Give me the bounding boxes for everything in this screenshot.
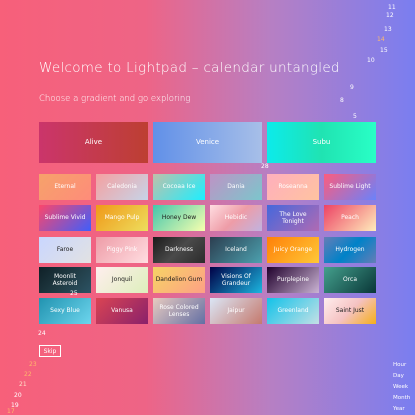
- gradient-tile[interactable]: Saint Just: [324, 298, 376, 324]
- gradient-tile[interactable]: Moonlit Asteroid: [39, 267, 91, 293]
- gradient-label: Visions Of Grandeur: [221, 272, 251, 287]
- gradient-label: Dania: [227, 183, 245, 191]
- day-marker: 13: [384, 26, 392, 33]
- gradient-label: Darkness: [165, 246, 193, 254]
- gradient-tile[interactable]: Mango Pulp: [96, 205, 148, 231]
- gradient-label: Saint Just: [335, 307, 365, 315]
- day-marker: 24: [38, 330, 46, 337]
- gradient-label: Venice: [195, 138, 220, 147]
- gradient-tile[interactable]: Dania: [210, 174, 262, 200]
- gradient-label: Caledonia: [107, 183, 137, 191]
- gradient-label: Juicy Orange: [273, 246, 313, 254]
- gradient-tile[interactable]: Peach: [324, 205, 376, 231]
- gradient-label: Sexy Blue: [50, 307, 80, 315]
- day-marker: 5: [353, 113, 357, 120]
- view-hour[interactable]: Hour: [393, 362, 410, 369]
- gradient-tile[interactable]: Piggy Pink: [96, 237, 148, 263]
- gradient-label: Alive: [84, 138, 103, 147]
- gradient-tile[interactable]: Honey Dew: [153, 205, 205, 231]
- gradient-tile[interactable]: The Love Tonight: [267, 205, 319, 231]
- gradient-label: Subu: [312, 138, 331, 147]
- day-marker: 17: [7, 408, 15, 415]
- view-switcher: Hour Day Week Month Year: [393, 362, 410, 413]
- gradient-tile-featured[interactable]: Venice: [153, 122, 262, 163]
- view-year[interactable]: Year: [393, 406, 410, 413]
- gradient-tile[interactable]: Faroe: [39, 237, 91, 263]
- gradient-label: Orca: [342, 276, 358, 284]
- gradient-tile[interactable]: Sublime Light: [324, 174, 376, 200]
- gradient-tile[interactable]: Jonquil: [96, 267, 148, 293]
- gradient-tile[interactable]: Greenland: [267, 298, 319, 324]
- day-marker: 10: [367, 57, 375, 64]
- gradient-label: Jaipur: [227, 307, 245, 315]
- gradient-tile[interactable]: Rose Colored Lenses: [153, 298, 205, 324]
- skip-button[interactable]: Skip: [39, 345, 61, 357]
- gradient-label: Cocoaa Ice: [162, 183, 196, 191]
- gradient-label: Hydrogen: [335, 246, 365, 254]
- gradient-label: Purplepine: [277, 276, 309, 284]
- gradient-label: Sublime Vivid: [44, 214, 86, 222]
- gradient-tile[interactable]: Vanusa: [96, 298, 148, 324]
- gradient-label: Iceland: [225, 246, 247, 254]
- view-month[interactable]: Month: [393, 395, 410, 402]
- gradient-label: Dandelion Gum: [155, 276, 203, 284]
- gradient-label: Roseanna: [278, 183, 308, 191]
- gradient-tile[interactable]: Visions Of Grandeur: [210, 267, 262, 293]
- gradient-label: Eternal: [54, 183, 76, 191]
- gradient-tile[interactable]: Caledonia: [96, 174, 148, 200]
- gradient-tile[interactable]: Roseanna: [267, 174, 319, 200]
- gradient-tile[interactable]: Sublime Vivid: [39, 205, 91, 231]
- gradient-label: The Love Tonight: [279, 210, 307, 225]
- day-marker: 20: [14, 392, 22, 399]
- view-week[interactable]: Week: [393, 384, 410, 391]
- gradient-label: Sublime Light: [329, 183, 371, 191]
- gradient-tile[interactable]: Darkness: [153, 237, 205, 263]
- gradient-tile[interactable]: Orca: [324, 267, 376, 293]
- day-marker: 23: [29, 361, 37, 368]
- day-marker: 12: [386, 12, 394, 19]
- gradient-label: Jonquil: [111, 276, 133, 284]
- day-marker: 14: [377, 36, 385, 43]
- gradient-tile[interactable]: Sexy Blue: [39, 298, 91, 324]
- gradient-label: Faroe: [56, 246, 74, 254]
- gradient-tile[interactable]: Iceland: [210, 237, 262, 263]
- gradient-label: Peach: [341, 214, 359, 222]
- gradient-tile[interactable]: Purplepine: [267, 267, 319, 293]
- day-marker: 22: [24, 371, 32, 378]
- gradient-tile-featured[interactable]: Subu: [267, 122, 376, 163]
- day-marker: 21: [19, 381, 27, 388]
- gradient-tile[interactable]: Jaipur: [210, 298, 262, 324]
- gradient-tile[interactable]: Hebidic: [210, 205, 262, 231]
- gradient-tile[interactable]: Cocoaa Ice: [153, 174, 205, 200]
- gradient-tile[interactable]: Juicy Orange: [267, 237, 319, 263]
- gradient-label: Greenland: [277, 307, 309, 315]
- day-marker: 15: [380, 47, 388, 54]
- page-subtitle: Choose a gradient and go exploring: [39, 94, 191, 104]
- day-marker: 28: [261, 163, 269, 170]
- gradient-tile-featured[interactable]: Alive: [39, 122, 148, 163]
- gradient-tile[interactable]: Dandelion Gum: [153, 267, 205, 293]
- gradient-label: Rose Colored Lenses: [159, 303, 199, 318]
- day-marker: 8: [340, 97, 344, 104]
- gradient-label: Vanusa: [111, 307, 133, 315]
- gradient-label: Moonlit Asteroid: [52, 272, 78, 287]
- gradient-tile[interactable]: Eternal: [39, 174, 91, 200]
- gradient-label: Honey Dew: [161, 214, 197, 222]
- day-marker: 9: [350, 84, 354, 91]
- gradient-label: Mango Pulp: [104, 214, 140, 222]
- gradient-label: Piggy Pink: [106, 246, 138, 254]
- day-marker: 25: [70, 290, 78, 297]
- gradient-tile[interactable]: Hydrogen: [324, 237, 376, 263]
- day-marker: 11: [388, 4, 396, 11]
- gradient-label: Hebidic: [224, 214, 248, 222]
- page-title: Welcome to Lightpad – calendar untangled: [39, 60, 340, 76]
- view-day[interactable]: Day: [393, 373, 410, 380]
